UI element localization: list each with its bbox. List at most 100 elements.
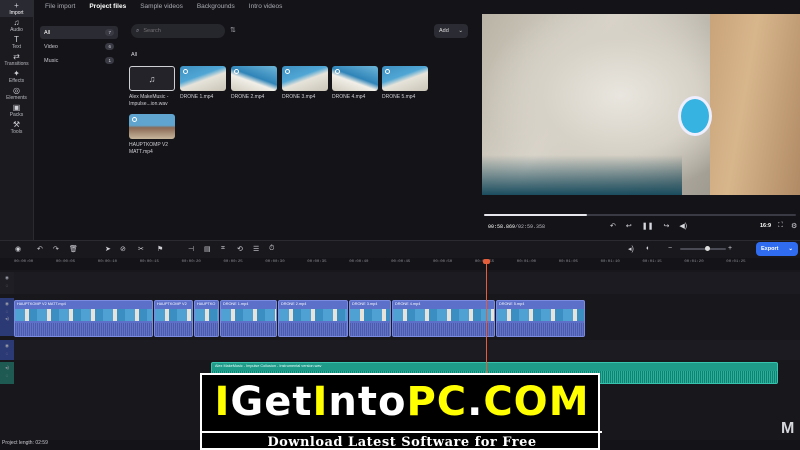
music-note-icon: ♫ <box>13 17 20 27</box>
video-clip[interactable]: HAUPTKO <box>194 300 219 337</box>
add-button[interactable]: Add ⌄ <box>434 24 468 38</box>
file-item[interactable]: HAUPTKOMP V2 MATT.mp4 <box>129 114 175 155</box>
eye-icon[interactable]: ◉ <box>5 343 9 349</box>
tools-icon: ⚒ <box>12 119 21 129</box>
category-video[interactable]: Video 6 <box>40 40 118 53</box>
undo-play-icon[interactable]: ↶ <box>610 222 616 230</box>
eye-icon[interactable]: ◉ <box>5 275 9 281</box>
file-name: HAUPTKOMP V2 MATT.mp4 <box>129 142 169 155</box>
category-all[interactable]: All 7 <box>40 26 118 39</box>
file-item[interactable]: DRONE 5.mp4 <box>382 66 428 101</box>
export-button[interactable]: Export ⌄ <box>756 242 798 256</box>
video-clip[interactable]: DRONE 1.mp4 <box>220 300 277 337</box>
file-item[interactable]: DRONE 2.mp4 <box>231 66 277 101</box>
left-tool-rail: + Import ♫ Audio T Text ⇄ Transitions ✦ Effec… <box>0 0 34 240</box>
speaker-icon[interactable]: ◂) <box>628 245 634 253</box>
speaker-icon[interactable]: ◂) <box>5 365 9 371</box>
category-label: All <box>44 29 51 36</box>
file-name: DRONE 1.mp4 <box>180 94 214 100</box>
pause-icon[interactable]: ❚❚ <box>642 222 654 230</box>
video-preview[interactable] <box>482 14 800 195</box>
playback-progress-bar[interactable] <box>484 214 796 216</box>
lock-icon[interactable]: ◌ <box>6 351 9 356</box>
timeline-ruler[interactable]: 00:00:00 00:00:05 00:00:10 00:00:15 00:00:20… <box>14 258 800 270</box>
adjust-icon[interactable]: ☰ <box>253 245 259 253</box>
logo-part: Get <box>230 379 313 425</box>
clip-label: HAUPTKOMP V2 <box>157 302 187 306</box>
step-forward-icon[interactable]: ↪ <box>663 222 669 230</box>
file-item[interactable]: DRONE 4.mp4 <box>332 66 378 101</box>
rail-elements[interactable]: ◎ Elements <box>0 85 33 102</box>
ruler-tick: 00:00:00 <box>14 260 34 264</box>
video-clip[interactable]: DRONE 2.mp4 <box>278 300 348 337</box>
search-input[interactable] <box>143 28 214 34</box>
fullscreen-icon[interactable]: ⛶ <box>778 222 783 230</box>
gear-icon[interactable]: ⚙ <box>791 222 797 230</box>
rail-packs[interactable]: ▣ Packs <box>0 102 33 119</box>
crop-icon[interactable]: ⌗ <box>221 245 225 253</box>
video-clip[interactable]: HAUPTKOMP V2 <box>154 300 193 337</box>
rail-effects[interactable]: ✦ Effects <box>0 68 33 85</box>
undo-icon[interactable]: ↶ <box>37 245 43 253</box>
rail-label: Tools <box>10 128 23 135</box>
video-clip[interactable]: DRONE 4.mp4 <box>392 300 495 337</box>
file-name: Alex MakeMusic - Impulse...ion.wav <box>129 94 169 107</box>
scissors-icon[interactable]: ✂ <box>138 245 144 253</box>
tab-project-files[interactable]: Project files <box>82 0 133 14</box>
file-item[interactable]: DRONE 1.mp4 <box>180 66 226 101</box>
tab-backgrounds[interactable]: Backgrounds <box>190 0 242 14</box>
eye-icon[interactable]: ◉ <box>5 301 9 307</box>
video-clip[interactable]: DRONE 5.mp4 <box>496 300 585 337</box>
category-list: All 7 Video 6 Music 1 <box>40 26 118 68</box>
snap-icon[interactable]: ◐ <box>646 245 650 252</box>
lock-icon[interactable]: ◌ <box>6 283 9 288</box>
rail-import[interactable]: + Import <box>0 0 33 17</box>
file-item[interactable]: ♫ Alex MakeMusic - Impulse...ion.wav <box>129 66 175 107</box>
rail-label: Effects <box>8 77 25 84</box>
ruler-tick: 00:00:40 <box>349 260 369 264</box>
magnet-icon[interactable]: ⊘ <box>120 245 126 253</box>
record-icon[interactable]: ◉ <box>15 245 21 253</box>
marker-icon[interactable]: ⚑ <box>157 245 163 253</box>
zoom-in-icon[interactable]: + <box>728 245 732 252</box>
volume-icon[interactable]: ◀︎) <box>679 222 687 230</box>
speed-icon[interactable]: ⏱ <box>269 245 274 253</box>
sparkle-icon: ✦ <box>13 68 20 78</box>
rotate-icon[interactable]: ⟲ <box>237 245 243 253</box>
tab-sample-videos[interactable]: Sample videos <box>133 0 190 14</box>
step-back-icon[interactable]: ↩ <box>626 222 632 230</box>
video-clip[interactable]: HAUPTKOMP V2 MATT.mp4 <box>14 300 153 337</box>
tab-intro-videos[interactable]: Intro videos <box>242 0 290 14</box>
tab-file-import[interactable]: File import <box>38 0 82 14</box>
track-lane[interactable] <box>14 340 800 360</box>
logo-part: nto <box>328 379 407 425</box>
category-count: 1 <box>105 57 114 64</box>
file-name: DRONE 3.mp4 <box>282 94 316 100</box>
rail-audio[interactable]: ♫ Audio <box>0 17 33 34</box>
aspect-ratio-select[interactable]: 16:9 <box>760 223 771 229</box>
split-audio-icon[interactable]: ⊣ <box>188 245 194 253</box>
zoom-slider-knob[interactable] <box>704 246 710 251</box>
category-music[interactable]: Music 1 <box>40 54 118 67</box>
rail-text[interactable]: T Text <box>0 34 33 51</box>
video-thumbnail <box>332 66 378 91</box>
video-clip[interactable]: DRONE 3.mp4 <box>349 300 391 337</box>
select-cursor-icon[interactable]: ➤ <box>105 245 111 253</box>
delete-icon[interactable]: 🗑 <box>69 245 78 253</box>
track-lane[interactable] <box>14 272 800 294</box>
clip-waveform <box>155 323 192 336</box>
rail-tools[interactable]: ⚒ Tools <box>0 119 33 136</box>
zoom-out-icon[interactable]: − <box>668 245 672 252</box>
redo-icon[interactable]: ↷ <box>53 245 59 253</box>
caption-icon[interactable]: ▤ <box>204 245 211 253</box>
speaker-icon[interactable]: ◂) <box>5 316 9 322</box>
timeline-zoom-slider[interactable] <box>680 246 726 251</box>
chevron-down-icon: ⌄ <box>788 246 793 252</box>
rail-label: Elements <box>6 94 27 101</box>
lock-icon[interactable]: ◌ <box>6 309 9 314</box>
sort-icon[interactable]: ⇅ <box>230 26 236 34</box>
rail-transitions[interactable]: ⇄ Transitions <box>0 51 33 68</box>
lock-icon[interactable]: ◌ <box>6 373 9 378</box>
rail-label: Transitions <box>4 60 29 67</box>
file-item[interactable]: DRONE 3.mp4 <box>282 66 328 101</box>
